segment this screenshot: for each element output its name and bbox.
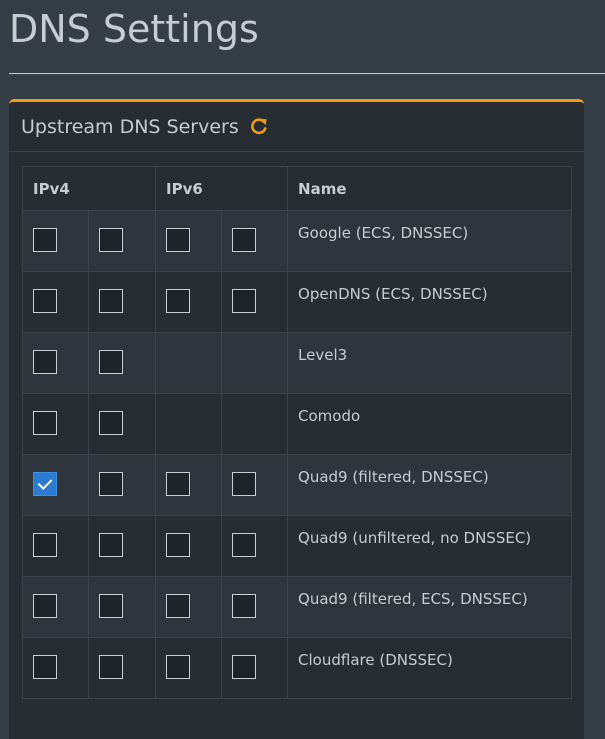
ipv4-checkbox-2[interactable] [99,350,123,374]
ipv4-checkbox-1[interactable] [33,289,57,313]
ipv4-checkbox-2[interactable] [99,228,123,252]
ipv6-checkbox-1[interactable] [166,594,191,618]
ipv4-checkbox-1[interactable] [33,533,57,557]
ipv4-cell [87,332,157,394]
ipv4-checkbox-1[interactable] [33,655,57,679]
page-title: DNS Settings [9,7,259,51]
ipv6-checkbox-1[interactable] [166,533,191,557]
ipv4-checkbox-2[interactable] [99,472,123,496]
ipv6-cell [155,637,223,699]
ipv4-cell [87,393,157,455]
ipv4-checkbox-2[interactable] [99,594,123,618]
ipv6-checkbox-2[interactable] [232,289,257,313]
header-name: Name [287,166,573,211]
table-row: Quad9 (filtered, DNSSEC) [22,454,573,516]
ipv6-cell [155,515,223,577]
ipv6-checkbox-2[interactable] [232,533,257,557]
ipv6-cell [155,271,223,333]
box-header: Upstream DNS Servers [9,102,584,152]
ipv4-checkbox-1[interactable] [33,594,57,618]
ipv4-cell [22,576,89,638]
ipv4-cell [22,393,89,455]
ipv6-cell [221,576,289,638]
table-row: Quad9 (unfiltered, no DNSSEC) [22,515,573,577]
ipv4-checkbox-1[interactable] [33,350,57,374]
ipv4-checkbox-2[interactable] [99,533,123,557]
table-row: Level3 [22,332,573,394]
ipv6-cell [155,210,223,272]
table-header-row: IPv4 IPv6 Name [21,166,573,211]
ipv6-checkbox-1[interactable] [166,289,191,313]
ipv6-cell [155,454,223,516]
header-ipv6: IPv6 [155,166,289,211]
server-name: Quad9 (filtered, ECS, DNSSEC) [287,576,573,638]
ipv4-checkbox-2[interactable] [99,655,123,679]
ipv4-checkbox-1[interactable] [33,228,57,252]
table-row: Google (ECS, DNSSEC) [22,210,573,272]
ipv4-cell [22,454,89,516]
ipv4-checkbox-2[interactable] [99,289,123,313]
ipv4-cell [22,515,89,577]
ipv6-checkbox-1[interactable] [166,655,191,679]
ipv6-cell [221,393,289,455]
ipv6-cell [221,637,289,699]
upstream-servers-table: IPv4 IPv6 Name Google (ECS, DNSSEC) OpenD… [21,166,573,699]
ipv4-cell [87,637,157,699]
ipv6-cell [221,332,289,394]
ipv6-checkbox-2[interactable] [232,594,257,618]
ipv4-checkbox-1[interactable] [33,411,57,435]
box-title: Upstream DNS Servers [21,115,239,138]
server-name: Level3 [287,332,573,394]
ipv6-cell [155,393,223,455]
server-name: Comodo [287,393,573,455]
ipv6-checkbox-2[interactable] [232,472,257,496]
ipv4-checkbox-1[interactable] [33,472,57,496]
ipv4-checkbox-2[interactable] [99,411,123,435]
table-row: OpenDNS (ECS, DNSSEC) [22,271,573,333]
ipv6-checkbox-2[interactable] [232,655,257,679]
ipv6-checkbox-2[interactable] [232,228,257,252]
upstream-dns-box: Upstream DNS Servers IPv4 IPv6 Name Goog… [9,99,584,739]
title-divider [9,73,605,74]
table-row: Cloudflare (DNSSEC) [22,637,573,699]
ipv4-cell [22,271,89,333]
ipv6-checkbox-1[interactable] [166,472,191,496]
server-rows: Google (ECS, DNSSEC) OpenDNS (ECS, DNSSEC… [22,210,573,699]
ipv4-cell [22,637,89,699]
ipv6-cell [221,210,289,272]
ipv6-cell [155,332,223,394]
ipv6-checkbox-1[interactable] [166,228,191,252]
table-row: Comodo [22,393,573,455]
ipv4-cell [87,576,157,638]
table-row: Quad9 (filtered, ECS, DNSSEC) [22,576,573,638]
ipv4-cell [87,271,157,333]
ipv4-cell [87,454,157,516]
ipv6-cell [221,515,289,577]
header-ipv4: IPv4 [21,166,157,211]
upstream-table-wrap: IPv4 IPv6 Name Google (ECS, DNSSEC) OpenD… [21,166,573,699]
server-name: Cloudflare (DNSSEC) [287,637,573,699]
server-name: Quad9 (unfiltered, no DNSSEC) [287,515,573,577]
refresh-icon[interactable] [248,116,270,138]
ipv6-cell [155,576,223,638]
ipv4-cell [22,210,89,272]
ipv6-cell [221,271,289,333]
ipv4-cell [87,515,157,577]
server-name: Quad9 (filtered, DNSSEC) [287,454,573,516]
ipv4-cell [87,210,157,272]
ipv6-cell [221,454,289,516]
server-name: Google (ECS, DNSSEC) [287,210,573,272]
server-name: OpenDNS (ECS, DNSSEC) [287,271,573,333]
ipv4-cell [22,332,89,394]
refresh-icon-graphic [250,117,267,134]
